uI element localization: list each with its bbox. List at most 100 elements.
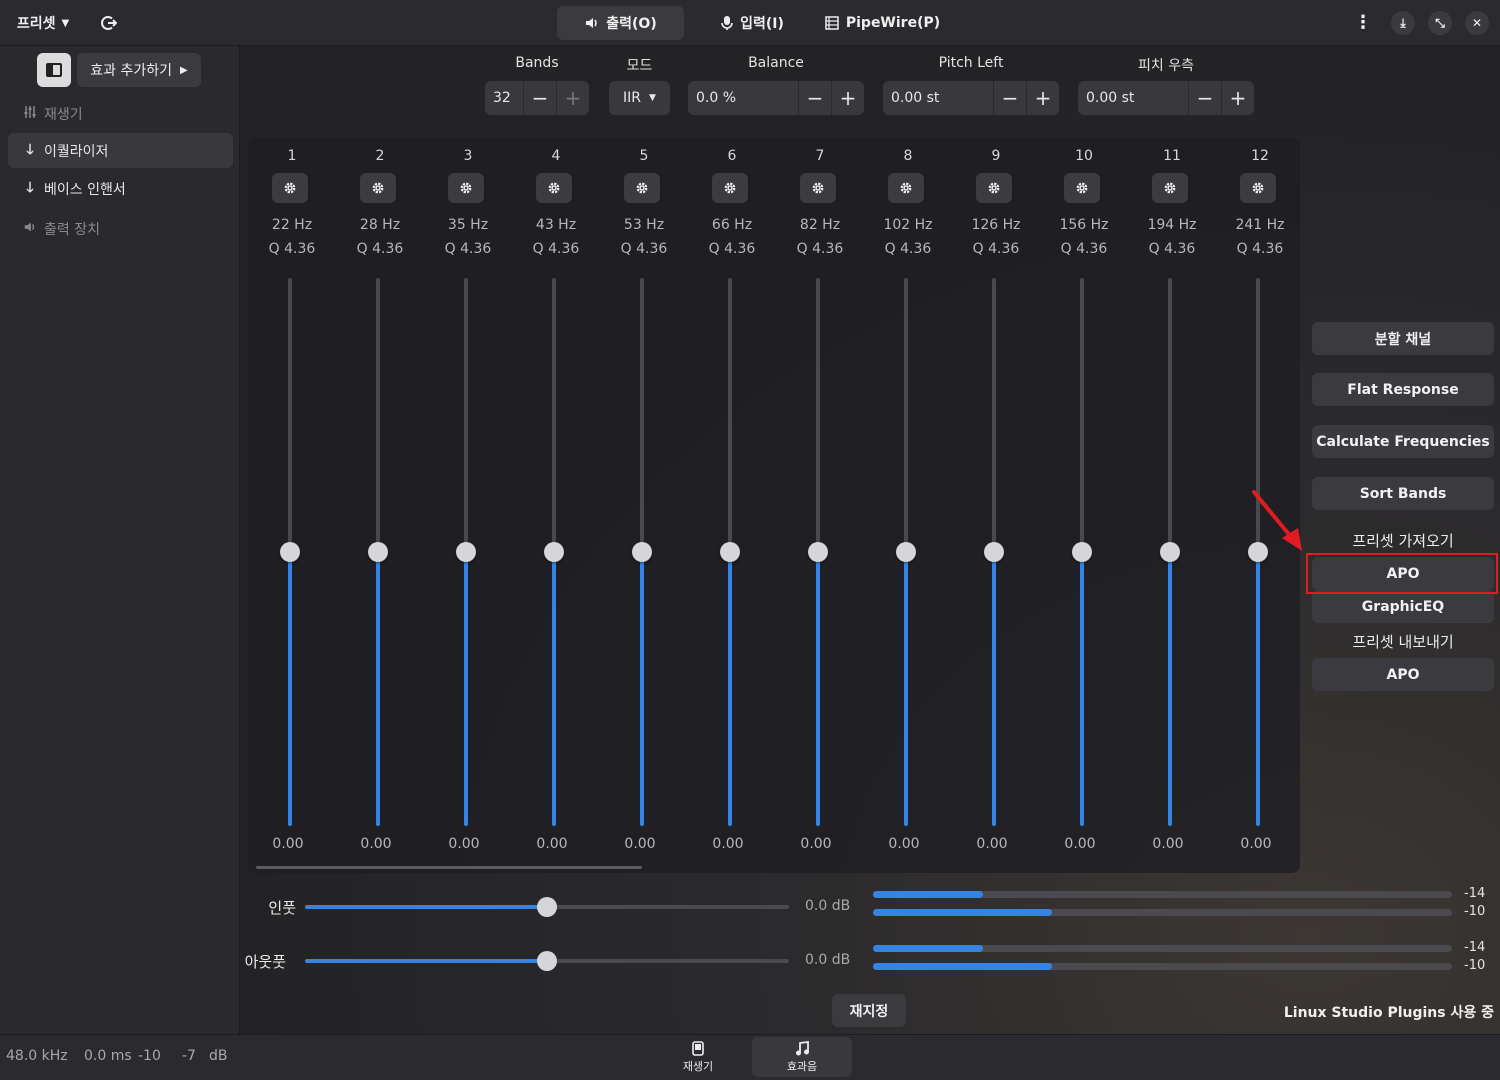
band-column: 4 43 Hz Q 4.36 0.00 bbox=[512, 140, 600, 855]
sidebar-item-equalizer[interactable]: 🡓 이퀄라이저 bbox=[8, 133, 233, 168]
input-gain-value: 0.0 dB bbox=[805, 898, 851, 914]
sidebar-item-player[interactable]: 재생기 bbox=[8, 96, 233, 131]
sort-bands-button[interactable]: Sort Bands bbox=[1312, 477, 1494, 510]
band-column: 1 22 Hz Q 4.36 0.00 bbox=[248, 140, 336, 855]
band-settings-button[interactable] bbox=[1240, 173, 1276, 203]
gear-icon bbox=[636, 182, 648, 194]
output-gain-label: 아웃풋 bbox=[244, 953, 286, 971]
band-gain-fill bbox=[816, 552, 820, 826]
plus-icon[interactable]: + bbox=[556, 81, 589, 115]
equalizer-icon bbox=[20, 105, 40, 123]
band-settings-button[interactable] bbox=[976, 173, 1012, 203]
band-settings-button[interactable] bbox=[712, 173, 748, 203]
main-menu-button[interactable]: ⋮ bbox=[1352, 11, 1374, 35]
output-gain-knob[interactable] bbox=[537, 951, 557, 971]
band-gain-knob[interactable] bbox=[544, 542, 564, 562]
band-settings-button[interactable] bbox=[1064, 173, 1100, 203]
tab-player[interactable]: 재생기 bbox=[648, 1037, 748, 1077]
input-gain-slider[interactable] bbox=[305, 897, 789, 917]
balance-value: 0.0 % bbox=[696, 90, 737, 106]
band-gain-value: 0.00 bbox=[1152, 836, 1184, 852]
minus-icon[interactable]: − bbox=[798, 81, 831, 115]
reset-button[interactable]: 재지정 bbox=[832, 994, 906, 1027]
plus-icon[interactable]: + bbox=[831, 81, 864, 115]
minus-icon[interactable]: − bbox=[1188, 81, 1221, 115]
flat-response-button[interactable]: Flat Response bbox=[1312, 373, 1494, 406]
level-fill bbox=[873, 963, 1052, 970]
output-gain-slider[interactable] bbox=[305, 951, 789, 971]
band-gain-knob[interactable] bbox=[984, 542, 1004, 562]
minus-icon[interactable]: − bbox=[993, 81, 1026, 115]
download-button[interactable]: ⤓ bbox=[1391, 11, 1415, 35]
calculate-frequencies-button[interactable]: Calculate Frequencies bbox=[1312, 425, 1494, 458]
band-settings-button[interactable] bbox=[888, 173, 924, 203]
level-fill bbox=[873, 909, 1052, 916]
input-level-right-value: -10 bbox=[1464, 904, 1486, 919]
band-gain-knob[interactable] bbox=[1160, 542, 1180, 562]
band-settings-button[interactable] bbox=[360, 173, 396, 203]
band-frequency: 43 Hz bbox=[535, 217, 577, 233]
minus-icon[interactable]: − bbox=[523, 81, 556, 115]
band-gain-fill bbox=[464, 552, 468, 826]
sidebar-toggle-button[interactable] bbox=[37, 53, 71, 87]
band-gain-knob[interactable] bbox=[808, 542, 828, 562]
band-gain-knob[interactable] bbox=[896, 542, 916, 562]
band-settings-button[interactable] bbox=[448, 173, 484, 203]
input-gain-knob[interactable] bbox=[537, 897, 557, 917]
band-number: 2 bbox=[375, 148, 385, 164]
tab-pipewire[interactable]: PipeWire(P) bbox=[820, 6, 944, 40]
close-window-button[interactable]: ✕ bbox=[1465, 11, 1489, 35]
band-settings-button[interactable] bbox=[624, 173, 660, 203]
band-gain-knob[interactable] bbox=[368, 542, 388, 562]
tab-effects[interactable]: 효과음 bbox=[752, 1037, 852, 1077]
band-gain-knob[interactable] bbox=[720, 542, 740, 562]
band-frequency: 194 Hz bbox=[1147, 217, 1197, 233]
tab-input[interactable]: 입력(I) bbox=[706, 6, 798, 40]
sidebar-item-bass-enhancer[interactable]: 🡓 베이스 인핸서 bbox=[8, 171, 233, 206]
band-gain-fill bbox=[992, 552, 996, 826]
add-effect-button[interactable]: 효과 추가하기 ▶ bbox=[77, 53, 201, 87]
band-quality: Q 4.36 bbox=[1148, 241, 1196, 257]
sidebar-item-output-device[interactable]: 출력 장치 bbox=[8, 211, 233, 246]
split-channels-button[interactable]: 분할 채널 bbox=[1312, 322, 1494, 355]
chevron-down-icon: ▼ bbox=[61, 17, 70, 29]
tab-effects-label: 효과음 bbox=[786, 1059, 818, 1073]
calculate-frequencies-label: Calculate Frequencies bbox=[1316, 433, 1490, 450]
header-bar: 프리셋 ▼ 출력(O) 입력(I) PipeWire(P) ⋮ ⤓ ⤡ ✕ bbox=[0, 0, 1500, 46]
bands-scrollbar[interactable] bbox=[256, 866, 642, 869]
download-icon: ⤓ bbox=[1400, 15, 1406, 30]
gear-icon bbox=[1252, 182, 1264, 194]
plus-icon[interactable]: + bbox=[1026, 81, 1059, 115]
import-graphiceq-button[interactable]: GraphicEQ bbox=[1312, 590, 1494, 623]
band-gain-value: 0.00 bbox=[448, 836, 480, 852]
band-gain-knob[interactable] bbox=[280, 542, 300, 562]
restore-window-button[interactable]: ⤡ bbox=[1428, 11, 1452, 35]
band-quality: Q 4.36 bbox=[1236, 241, 1284, 257]
sidebar-panel-icon bbox=[46, 63, 62, 77]
bypass-button[interactable] bbox=[96, 10, 122, 36]
band-number: 4 bbox=[551, 148, 561, 164]
balance-spinbutton[interactable]: 0.0 % − + bbox=[688, 81, 864, 115]
band-gain-fill bbox=[640, 552, 644, 826]
export-apo-button[interactable]: APO bbox=[1312, 658, 1494, 691]
band-settings-button[interactable] bbox=[272, 173, 308, 203]
level-left: -10 bbox=[138, 1048, 161, 1064]
band-column: 5 53 Hz Q 4.36 0.00 bbox=[600, 140, 688, 855]
band-gain-value: 0.00 bbox=[272, 836, 304, 852]
band-gain-knob[interactable] bbox=[456, 542, 476, 562]
bands-label: Bands bbox=[515, 55, 559, 71]
band-gain-knob[interactable] bbox=[632, 542, 652, 562]
band-settings-button[interactable] bbox=[800, 173, 836, 203]
presets-menu-button[interactable]: 프리셋 ▼ bbox=[8, 8, 78, 38]
bands-spinbutton[interactable]: 32 − + bbox=[485, 81, 589, 115]
band-settings-button[interactable] bbox=[536, 173, 572, 203]
close-icon: ✕ bbox=[1471, 16, 1483, 30]
plus-icon[interactable]: + bbox=[1221, 81, 1254, 115]
mode-dropdown[interactable]: IIR ▼ bbox=[609, 81, 670, 115]
tab-output[interactable]: 출력(O) bbox=[557, 6, 684, 40]
band-settings-button[interactable] bbox=[1152, 173, 1188, 203]
band-column: 9 126 Hz Q 4.36 0.00 bbox=[952, 140, 1040, 855]
band-gain-knob[interactable] bbox=[1072, 542, 1092, 562]
pitch-left-spinbutton[interactable]: 0.00 st − + bbox=[883, 81, 1059, 115]
pitch-right-spinbutton[interactable]: 0.00 st − + bbox=[1078, 81, 1254, 115]
